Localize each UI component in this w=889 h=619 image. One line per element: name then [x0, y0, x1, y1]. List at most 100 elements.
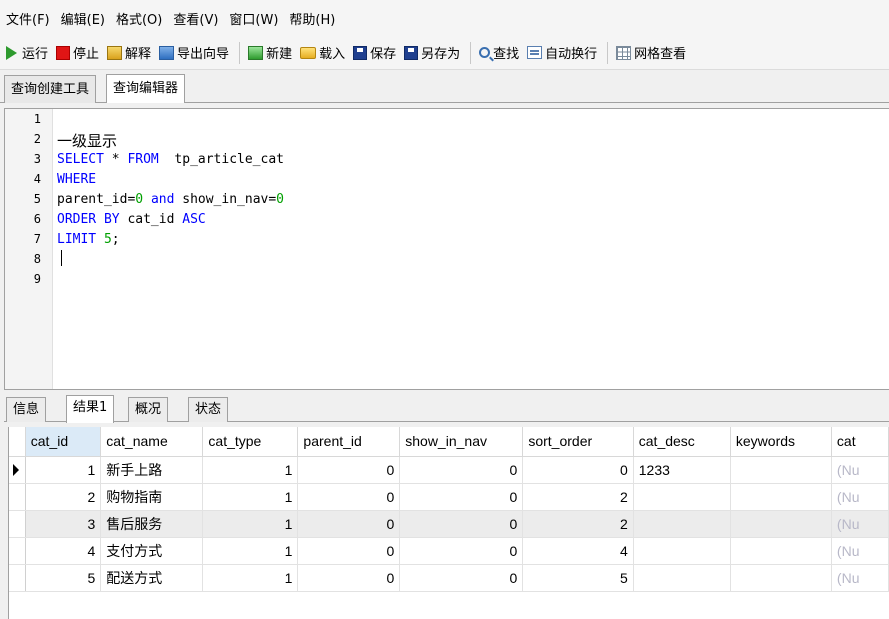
table-cell[interactable] [730, 483, 832, 511]
sql-editor[interactable]: 1 2 3 4 5 6 7 8 9 一级显示 SELECT * FROM tp_a… [4, 108, 889, 390]
save-as-button[interactable]: 另存为 [404, 41, 460, 65]
table-cell[interactable]: 2 [522, 510, 634, 538]
tab-overview[interactable]: 概况 [128, 397, 169, 422]
menu-window[interactable]: 窗口(W) [229, 9, 278, 28]
table-cell[interactable] [730, 510, 832, 538]
line-number-gutter: 1 2 3 4 5 6 7 8 9 [5, 109, 53, 389]
new-button[interactable]: 新建 [248, 41, 292, 65]
table-cell[interactable] [633, 483, 731, 511]
column-header[interactable]: show_in_nav [399, 427, 524, 457]
table-cell[interactable]: 1 [202, 483, 299, 511]
column-header[interactable]: cat_id [25, 427, 102, 457]
table-cell[interactable] [730, 456, 832, 484]
table-cell[interactable]: (Nu [831, 510, 889, 538]
table-cell[interactable] [633, 537, 731, 565]
column-header[interactable]: cat_type [202, 427, 299, 457]
table-cell[interactable]: 售后服务 [100, 510, 204, 538]
table-cell[interactable]: 0 [399, 510, 524, 538]
table-cell[interactable]: 新手上路 [100, 456, 204, 484]
stop-button[interactable]: 停止 [56, 41, 99, 65]
run-button[interactable]: 运行 [6, 41, 48, 65]
table-cell[interactable]: (Nu [831, 456, 889, 484]
column-header[interactable]: sort_order [522, 427, 634, 457]
current-row-pointer-icon [13, 463, 19, 476]
table-cell[interactable]: 0 [399, 564, 524, 592]
column-header[interactable]: cat_desc [633, 427, 731, 457]
sql-number: 0 [135, 192, 144, 207]
table-row[interactable]: 4 支付方式 1 0 0 4 (Nu [9, 537, 889, 565]
row-indicator[interactable] [9, 564, 26, 592]
menu-format[interactable]: 格式(O) [116, 9, 162, 28]
save-button[interactable]: 保存 [353, 41, 396, 65]
code-text: parent_id= [57, 192, 136, 207]
table-cell[interactable]: 1 [202, 564, 299, 592]
table-row[interactable]: 1 新手上路 1 0 0 0 1233 (Nu [9, 456, 889, 484]
row-indicator[interactable] [9, 510, 26, 538]
row-indicator[interactable] [9, 483, 26, 511]
table-cell[interactable] [730, 564, 832, 592]
table-cell[interactable]: 0 [297, 564, 401, 592]
row-indicator[interactable] [9, 537, 26, 565]
code-line: 一级显示 [57, 130, 117, 151]
load-button[interactable]: 载入 [300, 41, 345, 65]
column-header[interactable]: cat_name [100, 427, 204, 457]
table-cell[interactable]: 0 [297, 537, 401, 565]
sql-keyword: SELECT [57, 152, 104, 167]
table-cell[interactable]: 支付方式 [100, 537, 204, 565]
table-cell[interactable]: 0 [297, 510, 401, 538]
result-grid[interactable]: cat_id cat_name cat_type parent_id show_… [8, 427, 889, 619]
export-wizard-button[interactable]: 导出向导 [159, 41, 229, 65]
table-cell[interactable]: 3 [25, 510, 102, 538]
column-header[interactable]: keywords [730, 427, 832, 457]
table-cell[interactable]: 1 [202, 510, 299, 538]
table-cell[interactable]: 1 [202, 456, 299, 484]
column-header[interactable]: parent_id [297, 427, 401, 457]
tab-status[interactable]: 状态 [188, 397, 229, 422]
table-cell[interactable]: 0 [297, 483, 401, 511]
save-label: 保存 [370, 47, 397, 62]
find-button[interactable]: 查找 [479, 41, 519, 65]
tab-result-1[interactable]: 结果1 [66, 395, 115, 423]
table-cell[interactable]: 2 [522, 483, 634, 511]
table-cell[interactable]: 0 [522, 456, 634, 484]
table-cell[interactable]: 1 [202, 537, 299, 565]
table-cell[interactable]: 0 [399, 537, 524, 565]
table-cell[interactable]: 4 [25, 537, 102, 565]
table-cell[interactable] [633, 564, 731, 592]
tab-query-editor[interactable]: 查询编辑器 [106, 74, 186, 103]
explain-button[interactable]: 解释 [107, 41, 151, 65]
table-cell[interactable]: 5 [522, 564, 634, 592]
table-cell[interactable]: 0 [399, 456, 524, 484]
table-row[interactable]: 3 售后服务 1 0 0 2 (Nu [9, 510, 889, 538]
menu-view[interactable]: 查看(V) [173, 9, 218, 28]
menu-file[interactable]: 文件(F) [6, 9, 50, 28]
menu-help[interactable]: 帮助(H) [289, 9, 335, 28]
table-cell[interactable]: (Nu [831, 537, 889, 565]
grid-view-button[interactable]: 网格查看 [616, 41, 686, 65]
table-cell[interactable]: (Nu [831, 564, 889, 592]
line-number: 4 [33, 172, 41, 186]
table-cell[interactable]: 2 [25, 483, 102, 511]
table-cell[interactable]: 1 [25, 456, 102, 484]
word-wrap-button[interactable]: 自动换行 [527, 41, 597, 65]
table-cell[interactable] [633, 510, 731, 538]
menu-edit[interactable]: 编辑(E) [61, 9, 105, 28]
table-cell[interactable]: 0 [399, 483, 524, 511]
table-cell[interactable]: 配送方式 [100, 564, 204, 592]
line-number: 8 [33, 252, 41, 266]
table-cell[interactable]: 1233 [633, 456, 731, 484]
table-row[interactable]: 2 购物指南 1 0 0 2 (Nu [9, 483, 889, 511]
table-cell[interactable]: 0 [297, 456, 401, 484]
table-cell[interactable]: 5 [25, 564, 102, 592]
save-as-icon [404, 45, 419, 60]
table-cell[interactable] [730, 537, 832, 565]
table-cell[interactable]: (Nu [831, 483, 889, 511]
tab-info[interactable]: 信息 [6, 397, 47, 422]
column-header[interactable]: cat [831, 427, 889, 457]
table-cell[interactable]: 购物指南 [100, 483, 204, 511]
table-row[interactable]: 5 配送方式 1 0 0 5 (Nu [9, 564, 889, 592]
tab-query-builder[interactable]: 查询创建工具 [4, 75, 97, 103]
row-indicator[interactable] [9, 456, 26, 484]
table-cell[interactable]: 4 [522, 537, 634, 565]
